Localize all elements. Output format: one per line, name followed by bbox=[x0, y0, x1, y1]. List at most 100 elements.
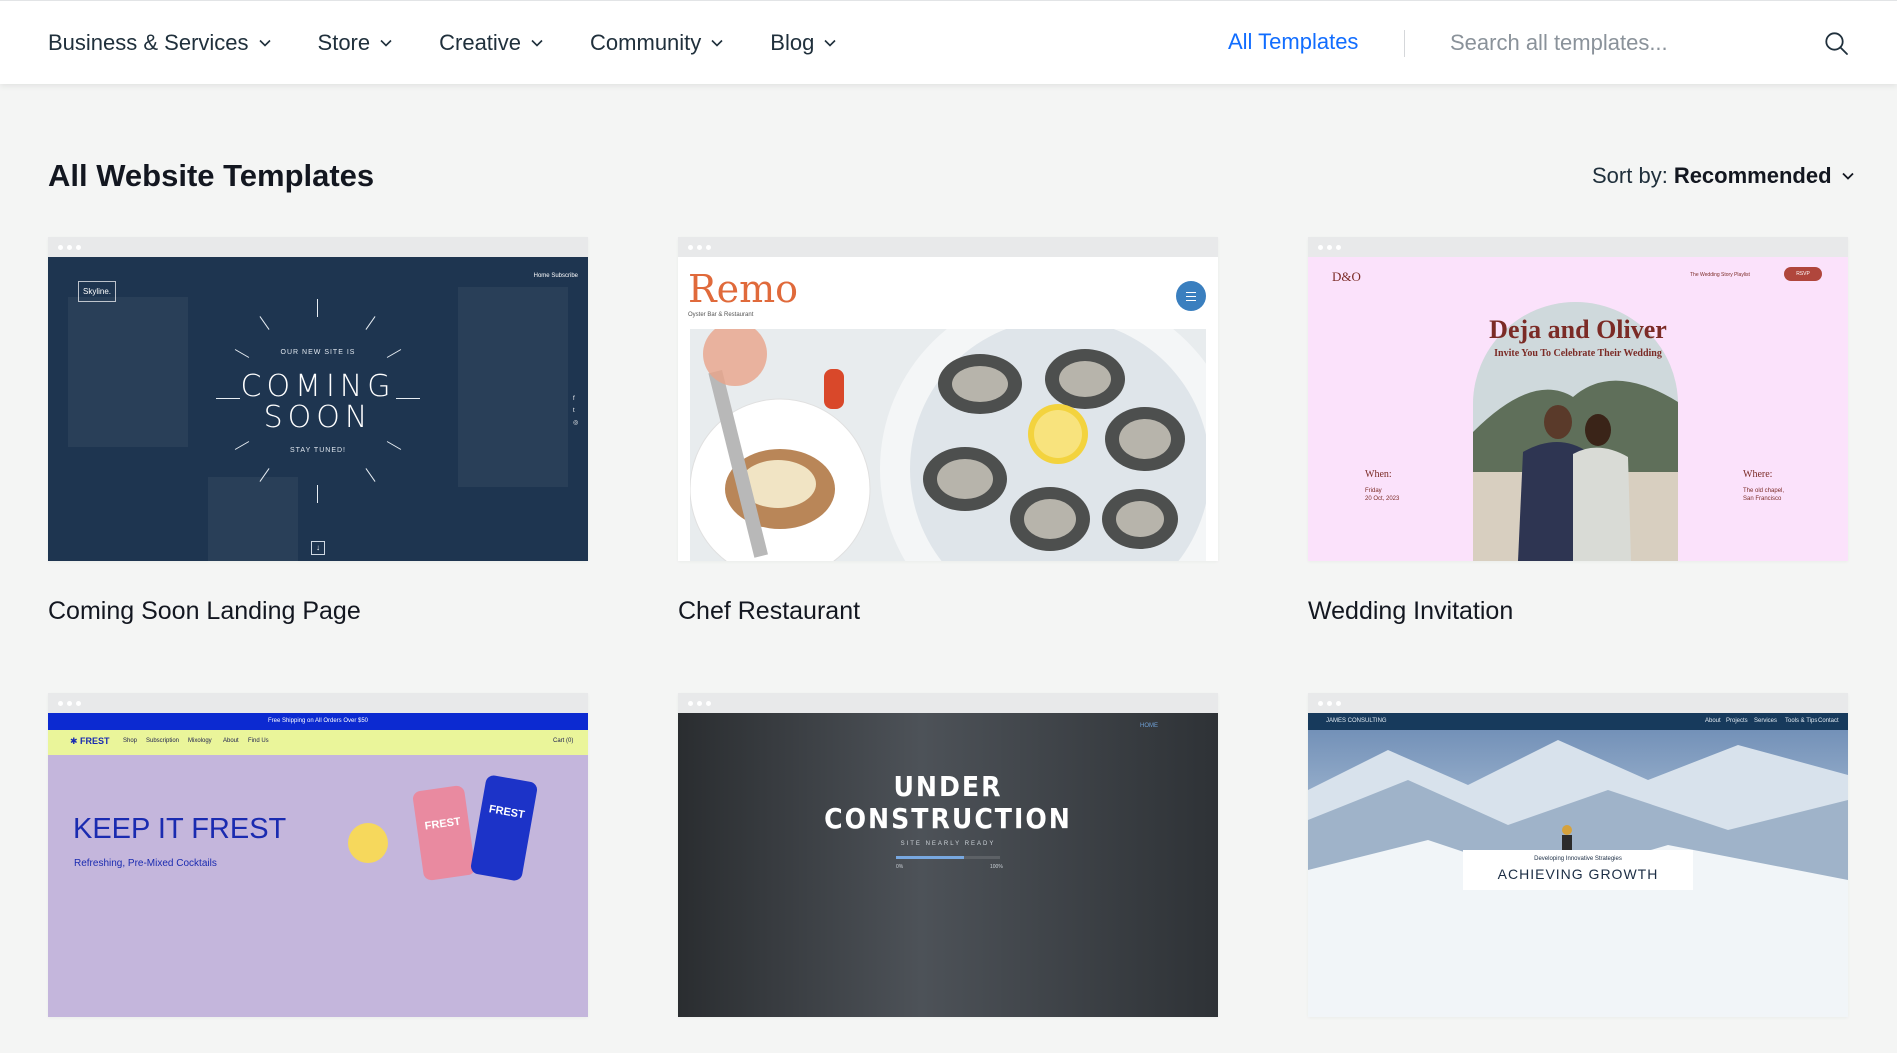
rsvp-button: RSVP bbox=[1784, 267, 1822, 281]
preview-footer-text: STAY TUNED! bbox=[290, 447, 346, 454]
window-dots bbox=[688, 701, 711, 706]
sort-dropdown[interactable]: Sort by: Recommended bbox=[1592, 163, 1854, 189]
site-logo: ✱ FREST bbox=[70, 736, 110, 746]
nav-divider bbox=[1404, 30, 1405, 57]
nav-item-blog[interactable]: Blog bbox=[770, 30, 836, 56]
blue-can: FREST bbox=[469, 774, 539, 882]
template-card[interactable]: Skyline. Home Subscribe OUR NEW SITE IS … bbox=[48, 237, 588, 626]
pink-can: FREST bbox=[411, 784, 477, 882]
where-detail: The old chapel, San Francisco bbox=[1743, 488, 1785, 502]
nav-item-store[interactable]: Store bbox=[318, 30, 393, 56]
preview-headline: COMING bbox=[240, 369, 396, 404]
window-dots bbox=[1318, 245, 1341, 250]
site-cart: Cart (0) bbox=[553, 738, 574, 744]
sort-label: Sort by: bbox=[1592, 163, 1668, 188]
template-card[interactable]: JAMES CONSULTING About Projects Services… bbox=[1308, 693, 1848, 1053]
page-title: All Website Templates bbox=[48, 158, 375, 193]
site-logo: Remo bbox=[688, 267, 799, 311]
preview-headline: CONSTRUCTION bbox=[824, 802, 1072, 835]
facebook-icon: f bbox=[573, 396, 575, 402]
site-menu-item: Projects bbox=[1726, 718, 1748, 724]
window-dots bbox=[688, 245, 711, 250]
nav-item-label: Community bbox=[590, 30, 702, 55]
chevron-down-icon bbox=[258, 39, 271, 47]
site-navigation: JAMES CONSULTING About Projects Services… bbox=[1308, 713, 1848, 730]
site-menu-item: Mixology bbox=[188, 738, 212, 744]
template-preview[interactable]: Skyline. Home Subscribe OUR NEW SITE IS … bbox=[48, 237, 588, 561]
preview-headline: SOON bbox=[263, 400, 373, 435]
shipping-banner: Free Shipping on All Orders Over $50 bbox=[48, 713, 588, 730]
site-menu: Home Subscribe bbox=[533, 273, 578, 279]
invitation-text: Invite You To Celebrate Their Wedding bbox=[1494, 348, 1662, 359]
nav-item-business-services[interactable]: Business & Services bbox=[48, 30, 271, 56]
when-detail: Friday 20 Oct, 2023 bbox=[1365, 488, 1400, 502]
template-card[interactable]: HOME UNDER CONSTRUCTION SITE NEARLY READ… bbox=[678, 693, 1218, 1053]
preview-screenshot: HOME UNDER CONSTRUCTION SITE NEARLY READ… bbox=[678, 713, 1218, 1017]
where-label: Where: bbox=[1743, 469, 1773, 480]
twitter-icon: t bbox=[573, 408, 575, 414]
all-templates-link[interactable]: All Templates bbox=[1228, 29, 1358, 55]
template-card[interactable]: D&O The Wedding Story Playlist RSVP Deja… bbox=[1308, 237, 1848, 626]
template-card[interactable]: Free Shipping on All Orders Over $50 ✱ F… bbox=[48, 693, 588, 1053]
search-input[interactable] bbox=[1450, 25, 1810, 61]
nav-item-label: Store bbox=[317, 30, 371, 55]
preview-subtext: SITE NEARLY READY bbox=[900, 841, 996, 847]
template-name[interactable]: Wedding Invitation bbox=[1308, 597, 1848, 626]
chevron-down-icon bbox=[1841, 172, 1854, 180]
site-menu-item: About bbox=[223, 738, 239, 744]
site-menu-item: Shop bbox=[123, 738, 138, 744]
couple-names: Deja and Oliver bbox=[1489, 315, 1667, 344]
site-menu-item: About bbox=[1705, 718, 1721, 724]
preview-tagline: Refreshing, Pre-Mixed Cocktails bbox=[74, 858, 217, 869]
progress-bar bbox=[896, 856, 1000, 859]
nav-item-label: Blog bbox=[770, 30, 815, 55]
ray bbox=[317, 485, 318, 503]
site-menu-item: Tools & Tips bbox=[1785, 718, 1818, 724]
site-subtitle: Oyster Bar & Restaurant bbox=[688, 312, 754, 318]
site-logo: JAMES CONSULTING bbox=[1326, 718, 1387, 724]
window-dots bbox=[1318, 701, 1341, 706]
template-name[interactable]: Chef Restaurant bbox=[678, 597, 1218, 626]
oyster-platter-illustration bbox=[690, 329, 1206, 561]
arrow-down-icon: ↓ bbox=[311, 541, 325, 555]
progress-start-label: 0% bbox=[896, 864, 904, 870]
nav-item-label: Creative bbox=[439, 30, 522, 55]
template-preview[interactable]: Free Shipping on All Orders Over $50 ✱ F… bbox=[48, 693, 588, 1017]
city-block bbox=[208, 477, 298, 561]
nav-item-community[interactable]: Community bbox=[590, 30, 723, 56]
site-logo: D&O bbox=[1332, 269, 1361, 284]
site-logo: Skyline. bbox=[78, 281, 117, 302]
site-menu-item: Contact bbox=[1818, 718, 1839, 724]
preview-screenshot: D&O The Wedding Story Playlist RSVP Deja… bbox=[1308, 257, 1848, 561]
oyster-photo bbox=[690, 329, 1206, 561]
category-nav: Business & Services Store Creative Commu… bbox=[48, 1, 883, 85]
instagram-icon: ◎ bbox=[573, 420, 579, 426]
site-menu: The Wedding Story Playlist bbox=[1690, 272, 1750, 278]
site-menu-item: Find Us bbox=[248, 738, 269, 744]
top-navigation-bar: Business & Services Store Creative Commu… bbox=[0, 0, 1897, 84]
preview-screenshot: Skyline. Home Subscribe OUR NEW SITE IS … bbox=[48, 257, 588, 561]
window-dots bbox=[58, 701, 81, 706]
site-navigation: ✱ FREST Shop Subscription Mixology About… bbox=[48, 730, 588, 755]
template-preview[interactable]: JAMES CONSULTING About Projects Services… bbox=[1308, 693, 1848, 1017]
ray bbox=[259, 316, 270, 330]
preview-screenshot: Remo Oyster Bar & Restaurant bbox=[678, 257, 1218, 561]
ray bbox=[317, 299, 318, 317]
template-preview[interactable]: HOME UNDER CONSTRUCTION SITE NEARLY READ… bbox=[678, 693, 1218, 1017]
lemon-slice bbox=[348, 823, 388, 863]
site-menu-item: Subscription bbox=[146, 738, 180, 744]
template-preview[interactable]: D&O The Wedding Story Playlist RSVP Deja… bbox=[1308, 237, 1848, 561]
sort-value: Recommended bbox=[1673, 163, 1832, 188]
nav-item-creative[interactable]: Creative bbox=[439, 30, 543, 56]
preview-headline: KEEP IT FREST bbox=[73, 813, 287, 845]
progress-end-label: 100% bbox=[990, 864, 1003, 870]
chevron-down-icon bbox=[380, 39, 392, 47]
preview-headline: UNDER bbox=[893, 770, 1003, 803]
preview-kicker: OUR NEW SITE IS bbox=[280, 349, 356, 356]
social-icons: f t ◎ bbox=[573, 393, 578, 429]
template-preview[interactable]: Remo Oyster Bar & Restaurant bbox=[678, 237, 1218, 561]
ray bbox=[365, 316, 376, 330]
search-icon[interactable] bbox=[1824, 31, 1849, 56]
template-card[interactable]: Remo Oyster Bar & Restaurant Chef Restau… bbox=[678, 237, 1218, 626]
template-name[interactable]: Coming Soon Landing Page bbox=[48, 597, 588, 626]
